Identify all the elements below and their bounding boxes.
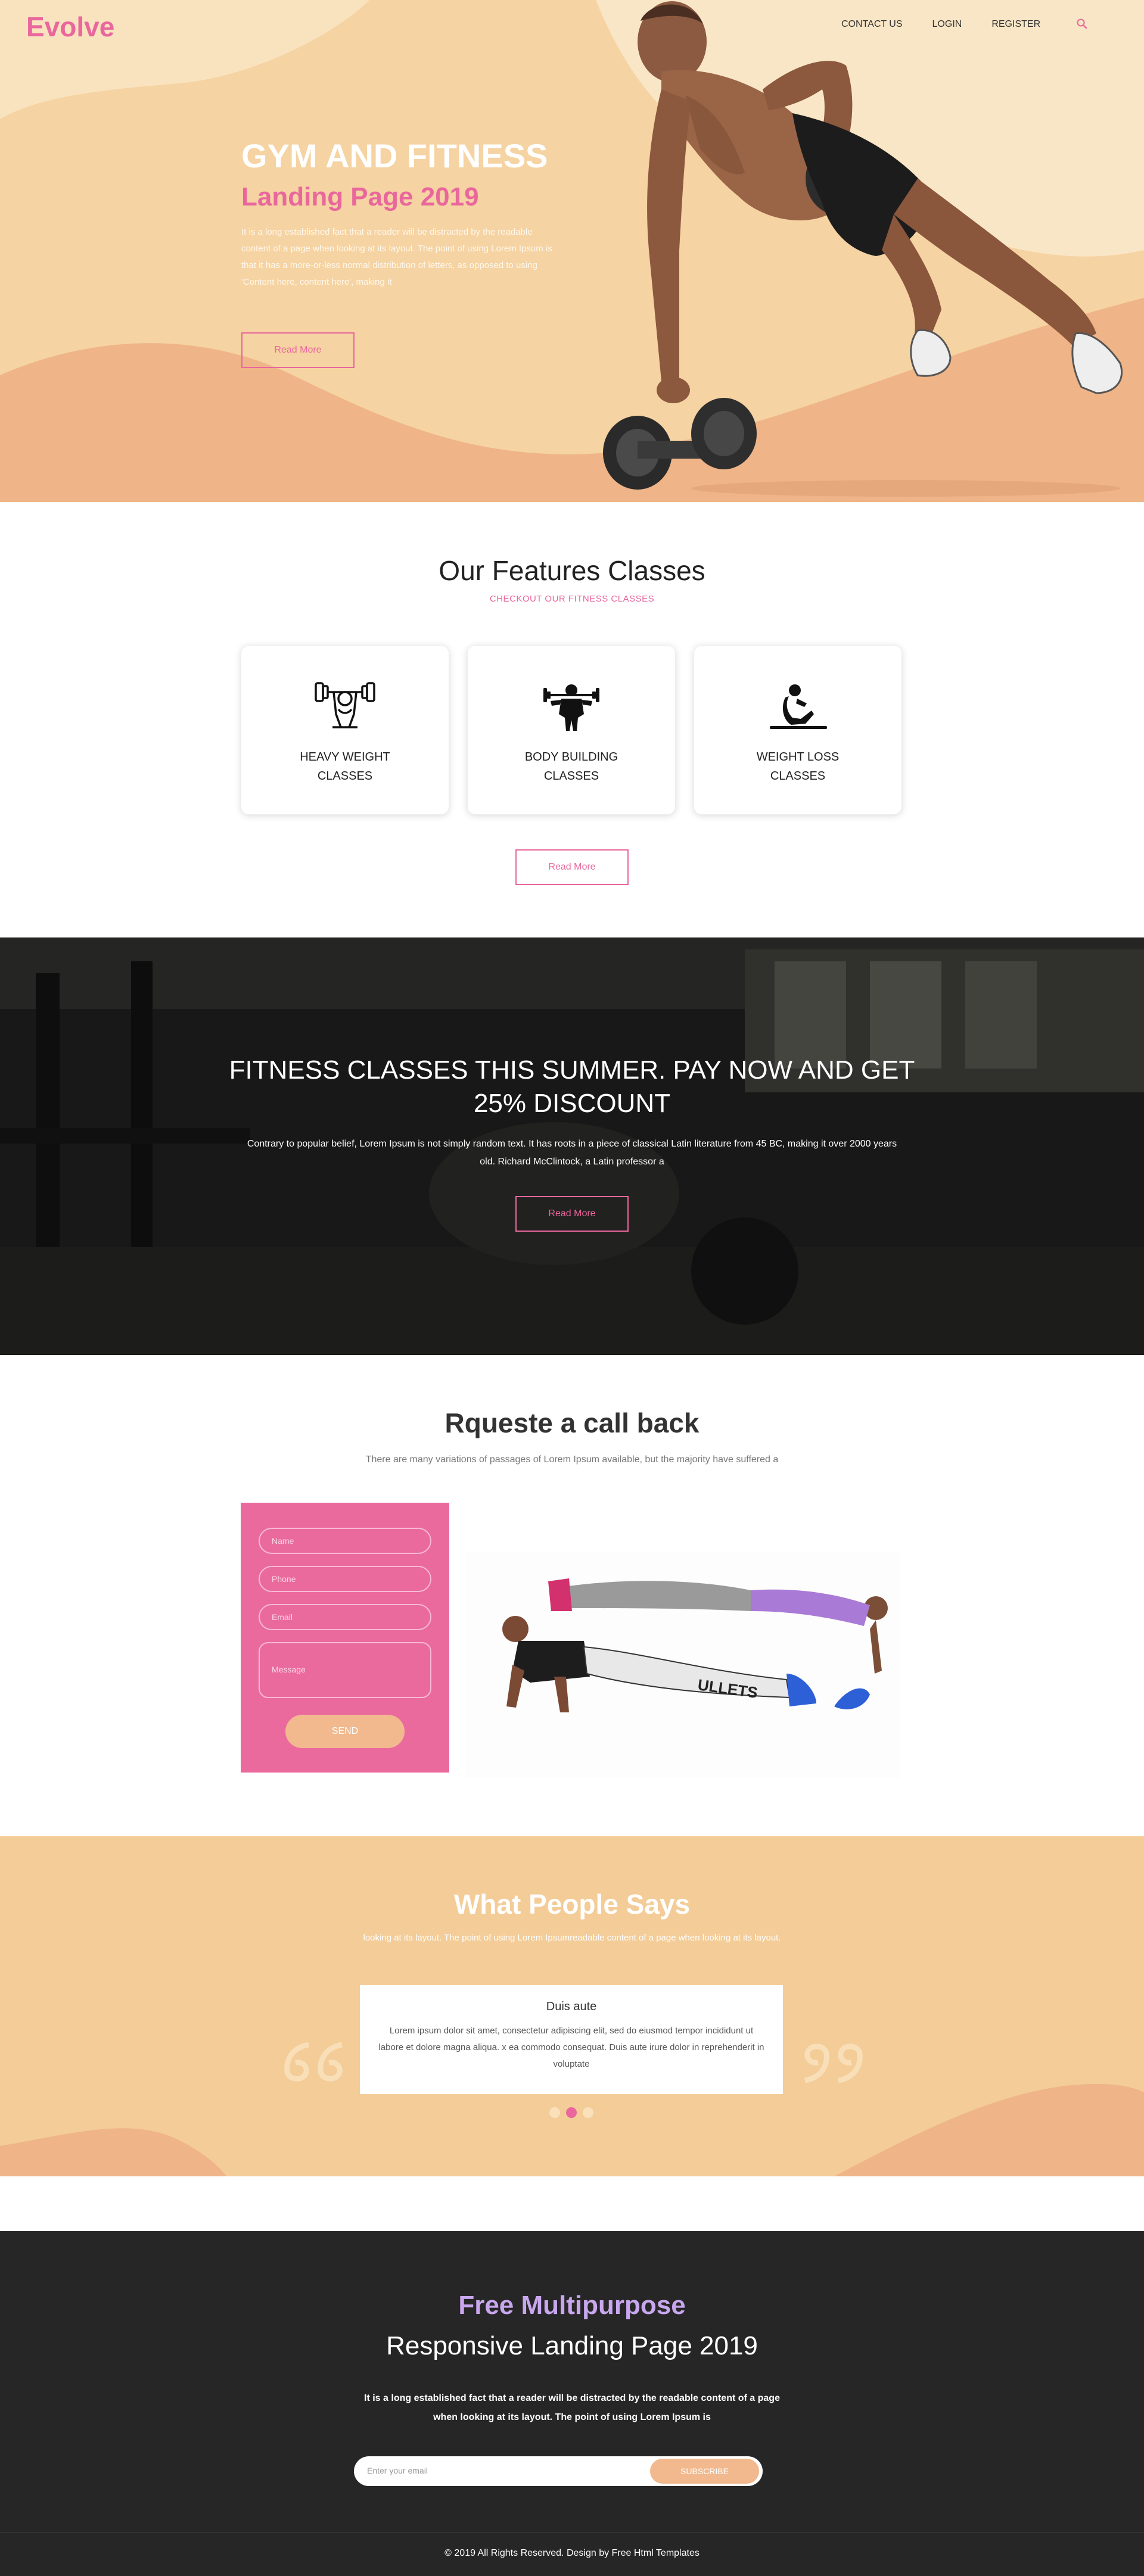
footer-title: Free Multipurpose bbox=[458, 2291, 686, 2320]
hero-description: It is a long established fact that a rea… bbox=[241, 227, 552, 287]
testimonial-card: Duis aute Lorem ipsum dolor sit amet, co… bbox=[360, 1985, 783, 2094]
hero-athlete-image bbox=[603, 1, 1123, 497]
copyright-text: © 2019 All Rights Reserved. Design by Fr… bbox=[0, 2532, 1144, 2576]
footer-subtitle: Responsive Landing Page 2019 bbox=[386, 2331, 758, 2360]
promo-section: FITNESS CLASSES THIS SUMMER. PAY NOW AND… bbox=[0, 937, 1144, 1355]
message-field[interactable]: Message bbox=[259, 1642, 431, 1698]
callback-section: Rqueste a call back There are many varia… bbox=[0, 1355, 1144, 1836]
testimonials-section: What People Says looking at its layout. … bbox=[0, 1836, 1144, 2176]
quote-open-icon bbox=[284, 2042, 343, 2082]
carousel-dots bbox=[549, 2107, 593, 2118]
promo-description: Contrary to popular belief, Lorem Ipsum … bbox=[247, 1139, 897, 1167]
testimonial-text: Lorem ipsum dolor sit amet, consectetur … bbox=[378, 2026, 764, 2069]
feature-card-body-building[interactable]: BODY BUILDING CLASSES bbox=[467, 645, 676, 815]
feature-label: WEIGHT LOSS CLASSES bbox=[756, 750, 840, 783]
carousel-dot[interactable] bbox=[549, 2107, 560, 2118]
hero-title: GYM AND FITNESS bbox=[241, 137, 548, 175]
callback-title: Rqueste a call back bbox=[444, 1407, 700, 1438]
footer-section: Free Multipurpose Responsive Landing Pag… bbox=[0, 2231, 1144, 2576]
promo-read-more-button[interactable]: Read More bbox=[515, 1196, 629, 1232]
subscribe-form: Enter your email SUBSCRIBE bbox=[354, 2456, 763, 2486]
section-spacer bbox=[0, 2176, 1144, 2231]
partner-workout-image: ULLETS bbox=[465, 1552, 900, 1778]
subscribe-button[interactable]: SUBSCRIBE bbox=[650, 2459, 759, 2484]
hero-text: GYM AND FITNESS Landing Page 2019 It is … bbox=[241, 136, 575, 291]
send-button[interactable]: SEND bbox=[285, 1715, 405, 1748]
hero-read-more-button[interactable]: Read More bbox=[241, 332, 355, 368]
situp-icon bbox=[770, 684, 827, 729]
search-icon[interactable] bbox=[1076, 18, 1088, 30]
email-field[interactable]: Email bbox=[259, 1604, 431, 1630]
testimonial-name: Duis aute bbox=[546, 2000, 597, 2013]
hero-subtitle: Landing Page 2019 bbox=[241, 182, 479, 211]
nav-contact-link[interactable]: CONTACT US bbox=[841, 19, 903, 30]
promo-title: FITNESS CLASSES THIS SUMMER. PAY NOW AND… bbox=[229, 1055, 915, 1118]
footer-description: It is a long established fact that a rea… bbox=[364, 2393, 780, 2422]
callback-form: Name Phone Email Message SEND bbox=[241, 1503, 449, 1773]
features-read-more-button[interactable]: Read More bbox=[515, 849, 629, 885]
nav-login-link[interactable]: LOGIN bbox=[932, 19, 962, 30]
testimonials-title: What People Says bbox=[453, 1889, 691, 1920]
nav-links: CONTACT US LOGIN REGISTER bbox=[841, 19, 1040, 30]
feature-card-heavy-weight[interactable]: HEAVY WEIGHT CLASSES bbox=[241, 645, 449, 815]
feature-label: BODY BUILDING CLASSES bbox=[524, 750, 618, 783]
carousel-dot[interactable] bbox=[583, 2107, 593, 2118]
weightlifter-icon bbox=[315, 682, 375, 728]
nav-register-link[interactable]: REGISTER bbox=[991, 19, 1040, 30]
features-kicker: CHECKOUT OUR FITNESS CLASSES bbox=[489, 594, 655, 604]
callback-description: There are many variations of passages of… bbox=[365, 1454, 779, 1465]
carousel-dot-active[interactable] bbox=[566, 2107, 577, 2118]
bodybuilder-icon bbox=[543, 684, 599, 731]
name-field[interactable]: Name bbox=[259, 1528, 431, 1554]
feature-cards: HEAVY WEIGHT CLASSES BODY BUILDING CLASS… bbox=[241, 645, 902, 815]
subscribe-email-input[interactable]: Enter your email bbox=[367, 2466, 428, 2475]
testimonials-description: looking at its layout. The point of usin… bbox=[363, 1933, 781, 1943]
phone-field[interactable]: Phone bbox=[259, 1566, 431, 1592]
quote-close-icon bbox=[804, 2044, 863, 2083]
logo[interactable]: Evolve bbox=[26, 11, 114, 43]
features-section: Our Features Classes CHECKOUT OUR FITNES… bbox=[0, 502, 1144, 937]
features-title: Our Features Classes bbox=[439, 555, 705, 586]
top-navbar: Evolve CONTACT US LOGIN REGISTER bbox=[0, 0, 1144, 51]
feature-label: HEAVY WEIGHT CLASSES bbox=[300, 750, 390, 783]
feature-card-weight-loss[interactable]: WEIGHT LOSS CLASSES bbox=[694, 645, 902, 815]
hero-section: Evolve CONTACT US LOGIN REGISTER GYM AND… bbox=[0, 0, 1144, 502]
